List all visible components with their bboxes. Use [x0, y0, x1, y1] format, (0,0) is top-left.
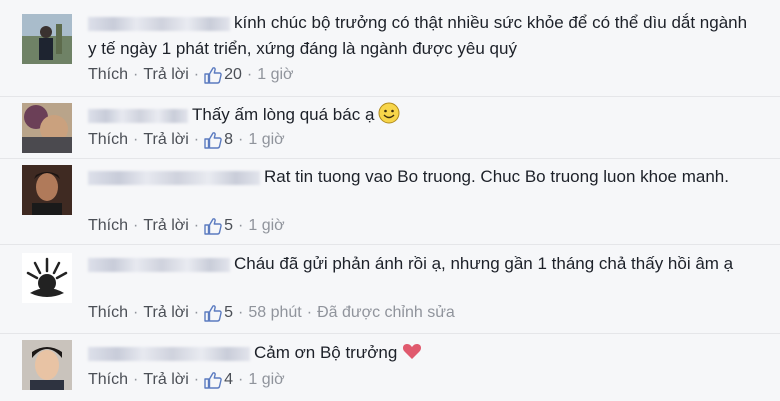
comment-list: kính chúc bộ trưởng có thật nhiều sức kh… [0, 0, 780, 401]
thumbs-up-icon[interactable] [204, 66, 222, 84]
commenter-name[interactable] [88, 257, 230, 272]
reply-link[interactable]: Trả lời [143, 131, 188, 148]
commenter-name[interactable] [88, 346, 250, 361]
smiley-emoji-icon [378, 102, 400, 124]
commenter-name[interactable] [88, 108, 188, 123]
like-count[interactable]: 5 [224, 217, 233, 234]
comment: Cháu đã gửi phản ánh rồi ạ, nhưng gần 1 … [0, 245, 780, 333]
comment-text: Cháu đã gửi phản ánh rồi ạ, nhưng gần 1 … [234, 254, 734, 273]
comment-body: Rat tin tuong vao Bo truong. Chuc Bo tru… [88, 164, 758, 190]
comment-actions: Thích · Trả lời · 20 · 1 giờ [88, 66, 294, 84]
comment: Thấy ấm lòng quá bác ạ Thích · Trả lời · 8 · 1… [0, 97, 780, 158]
avatar[interactable] [22, 253, 72, 303]
reply-link[interactable]: Trả lời [143, 66, 188, 83]
comment: Rat tin tuong vao Bo truong. Chuc Bo tru… [0, 159, 780, 244]
avatar[interactable] [22, 165, 72, 215]
comment-body: Cảm ơn Bộ trưởng [88, 340, 758, 366]
thumbs-up-icon[interactable] [204, 371, 222, 389]
avatar[interactable] [22, 14, 72, 64]
comment-text: Cảm ơn Bộ trưởng [254, 343, 398, 362]
thumbs-up-icon[interactable] [204, 217, 222, 235]
comment-actions: Thích · Trả lời · 8 · 1 giờ [88, 131, 285, 149]
like-link[interactable]: Thích [88, 304, 128, 321]
comment-text: Rat tin tuong vao Bo truong. Chuc Bo tru… [264, 167, 729, 186]
heart-emoji-icon [401, 340, 423, 362]
comment-time[interactable]: 1 giờ [248, 131, 284, 148]
edited-label[interactable]: Đã được chỉnh sửa [317, 304, 455, 321]
reply-link[interactable]: Trả lời [143, 371, 188, 388]
comment-actions: Thích · Trả lời · 5 · 1 giờ [88, 217, 285, 235]
thumbs-up-icon[interactable] [204, 131, 222, 149]
reply-link[interactable]: Trả lời [143, 217, 188, 234]
comment-time[interactable]: 1 giờ [257, 66, 293, 83]
thumbs-up-icon[interactable] [204, 304, 222, 322]
comment: kính chúc bộ trưởng có thật nhiều sức kh… [0, 0, 780, 96]
avatar[interactable] [22, 340, 72, 390]
comment-actions: Thích · Trả lời · 4 · 1 giờ [88, 371, 285, 389]
like-count[interactable]: 20 [224, 66, 242, 83]
comment-actions: Thích · Trả lời · 5 · 58 phút · Đã được chỉnh sử… [88, 304, 455, 322]
like-count[interactable]: 5 [224, 304, 233, 321]
like-link[interactable]: Thích [88, 371, 128, 388]
like-count[interactable]: 8 [224, 131, 233, 148]
comment-time[interactable]: 1 giờ [248, 371, 284, 388]
comment: Cảm ơn Bộ trưởng Thích · Trả lời · 4 · 1 giờ [0, 334, 780, 401]
commenter-name[interactable] [88, 16, 230, 31]
like-link[interactable]: Thích [88, 66, 128, 83]
comment-body: Cháu đã gửi phản ánh rồi ạ, nhưng gần 1 … [88, 251, 758, 277]
comment-body: Thấy ấm lòng quá bác ạ [88, 102, 758, 128]
comment-body: kính chúc bộ trưởng có thật nhiều sức kh… [88, 10, 758, 62]
comment-text: Thấy ấm lòng quá bác ạ [192, 105, 375, 124]
avatar[interactable] [22, 103, 72, 153]
comment-time[interactable]: 1 giờ [248, 217, 284, 234]
like-link[interactable]: Thích [88, 217, 128, 234]
like-link[interactable]: Thích [88, 131, 128, 148]
comment-time[interactable]: 58 phút [248, 304, 301, 321]
commenter-name[interactable] [88, 170, 260, 185]
like-count[interactable]: 4 [224, 371, 233, 388]
reply-link[interactable]: Trả lời [143, 304, 188, 321]
